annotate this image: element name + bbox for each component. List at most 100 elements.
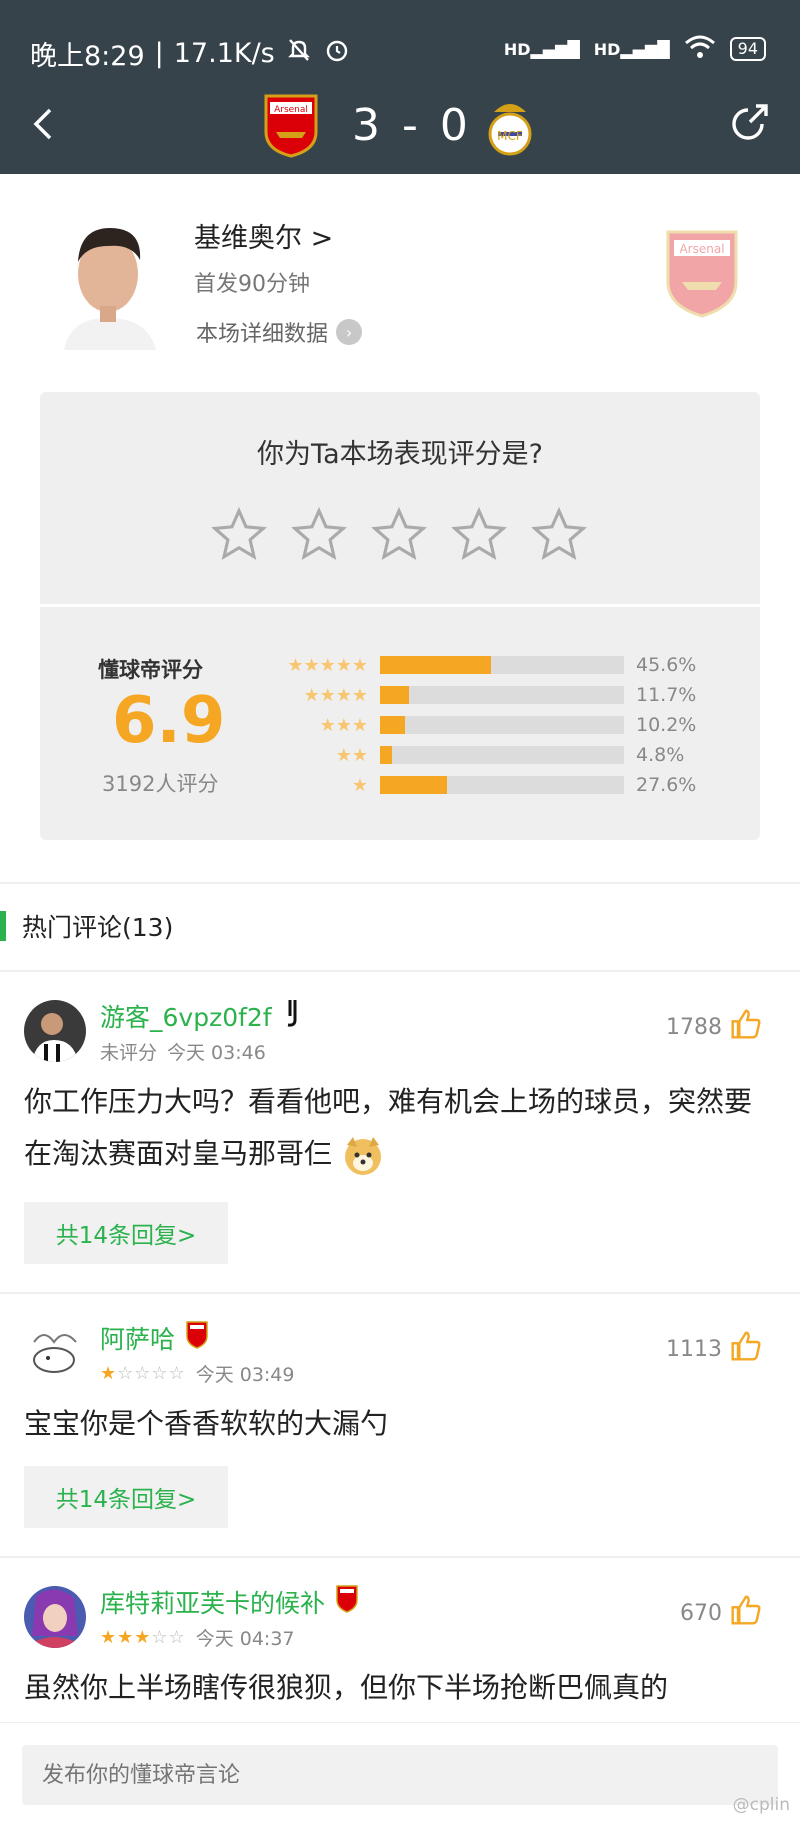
distribution-row: ★★★ 10.2% [270, 710, 740, 740]
distribution-percent: 45.6% [636, 654, 697, 676]
signal-icon: HD▂▄▆█ [503, 39, 580, 59]
rating-distribution: ★★★★★ 45.6% ★★★★ 11.7% ★★★ 10.2% ★★ 4.8%… [270, 650, 740, 800]
distribution-bar [380, 716, 624, 734]
distribution-percent: 11.7% [636, 684, 697, 706]
distribution-fill [380, 686, 409, 704]
comment-time: 今天 03:49 [195, 1364, 295, 1386]
thumbs-up-icon [730, 1008, 762, 1046]
divider [40, 604, 760, 607]
view-replies-button[interactable]: 共14条回复> [24, 1466, 228, 1528]
star-icon: ★★★★ [303, 684, 368, 706]
rating-score: 6.9 [112, 684, 226, 758]
arsenal-badge-icon[interactable]: Arsenal [262, 94, 320, 162]
arsenal-badge-icon [185, 1321, 209, 1355]
svg-text:MCF: MCF [497, 129, 523, 143]
distribution-percent: 10.2% [636, 714, 697, 736]
doge-emoji-icon [341, 1137, 385, 1175]
svg-text:Arsenal: Arsenal [274, 105, 308, 115]
real-madrid-badge-icon[interactable]: MCF [484, 94, 536, 162]
like-count: 670 [680, 1600, 722, 1626]
comment-text: 虽然你上半场瞎传很狼狈，但你下半场抢断巴佩真的 [24, 1671, 669, 1704]
signal-icon: HD▂▄▆█ [593, 39, 670, 59]
like-count: 1113 [666, 1336, 722, 1362]
player-start-info: 首发90分钟 [194, 272, 310, 297]
view-replies-button[interactable]: 共14条回复> [24, 1202, 228, 1264]
distribution-fill [380, 776, 448, 794]
distribution-bar [380, 686, 624, 704]
chevron-right-icon: › [336, 319, 363, 345]
star-1-icon[interactable] [210, 506, 268, 564]
comment-time: 今天 03:46 [167, 1042, 266, 1064]
distribution-bar [380, 746, 624, 764]
watermark: @cplin [732, 1795, 790, 1815]
hot-comments-title: 热门评论(13) [22, 913, 174, 942]
rating-question: 你为Ta本场表现评分是? [257, 439, 543, 470]
hot-comments-header: 热门评论(13) [0, 906, 173, 946]
player-detail-link[interactable]: 本场详细数据 › [196, 316, 363, 348]
avatar[interactable] [24, 1586, 86, 1648]
divider [0, 970, 800, 972]
match-score: 3 - 0 [352, 100, 472, 151]
app-header: 晚上8:29 | 17.1K/s HD▂▄▆█ HD▂▄▆█ 94 Arsena… [0, 0, 800, 174]
status-right: HD▂▄▆█ HD▂▄▆█ 94 [504, 34, 766, 64]
distribution-percent: 27.6% [636, 774, 697, 796]
rating-status: 未评分 [100, 1042, 158, 1064]
distribution-percent: 4.8% [636, 744, 685, 766]
star-icon: ★★★★★ [287, 654, 368, 676]
comment-text: 你工作压力大吗？看看他吧，难有机会上场的球员，突然要在淘汰赛面对皇马那哥仨 [24, 1076, 774, 1180]
network-speed: 17.1K/s [173, 38, 275, 69]
thumbs-up-icon [730, 1594, 762, 1632]
comment-username[interactable]: 库特莉亚芙卡的候补 [100, 1584, 359, 1620]
club-badge-icon: Arsenal [664, 230, 740, 322]
battery-icon: 94 [729, 37, 766, 61]
distribution-bar [380, 776, 624, 794]
comment-meta: ★★★☆☆ 今天 04:37 [100, 1624, 295, 1651]
alarm-icon [323, 36, 351, 71]
comment-username[interactable]: 阿萨哈 [100, 1320, 209, 1356]
thumbs-up-icon [730, 1330, 762, 1368]
distribution-fill [380, 746, 392, 764]
like-count: 1788 [666, 1014, 722, 1040]
player-card: 基维奥尔 > 首发90分钟 本场详细数据 › Arsenal [0, 174, 800, 384]
star-4-icon[interactable] [450, 506, 508, 564]
comment-input[interactable] [22, 1745, 778, 1805]
user-rating-stars: ★★★☆☆ [100, 1627, 186, 1648]
accent-bar [0, 911, 6, 941]
rating-label: 懂球帝评分 [98, 658, 203, 682]
mute-icon [285, 36, 313, 71]
like-button[interactable]: 1113 [666, 1330, 762, 1368]
status-left: 晚上8:29 | 17.1K/s [30, 34, 351, 73]
share-icon[interactable] [726, 100, 772, 150]
distribution-row: ★★ 4.8% [270, 740, 740, 770]
user-rating-stars: ★☆☆☆☆ [100, 1363, 186, 1384]
comment-time: 今天 04:37 [195, 1628, 295, 1650]
status-time: 晚上8:29 [30, 41, 145, 72]
comment-text: 宝宝你是个香香软软的大漏勺 [24, 1407, 389, 1440]
comment-meta: 未评分 今天 03:46 [100, 1038, 266, 1065]
back-icon[interactable] [30, 104, 56, 155]
arsenal-badge-icon [335, 1585, 359, 1619]
svg-text:Arsenal: Arsenal [679, 242, 724, 256]
comment-composer: @cplin [0, 1722, 800, 1822]
like-button[interactable]: 1788 [666, 1008, 762, 1046]
player-name[interactable]: 基维奥尔 > [194, 216, 333, 255]
avatar[interactable] [24, 1000, 86, 1062]
distribution-row: ★★★★★ 45.6% [270, 650, 740, 680]
distribution-fill [380, 716, 405, 734]
star-2-icon[interactable] [290, 506, 348, 564]
like-button[interactable]: 670 [680, 1594, 762, 1632]
divider [0, 882, 800, 884]
status-bar: 晚上8:29 | 17.1K/s HD▂▄▆█ HD▂▄▆█ 94 [0, 0, 800, 100]
star-5-icon[interactable] [530, 506, 588, 564]
distribution-row: ★ 27.6% [270, 770, 740, 800]
distribution-bar [380, 656, 624, 674]
player-portrait[interactable] [60, 214, 160, 350]
star-3-icon[interactable] [370, 506, 428, 564]
distribution-fill [380, 656, 492, 674]
comment-username[interactable]: 游客_6vpz0f2f [100, 998, 304, 1034]
rating-count: 3192人评分 [102, 772, 219, 796]
divider [0, 1556, 800, 1558]
distribution-row: ★★★★ 11.7% [270, 680, 740, 710]
avatar[interactable] [24, 1322, 86, 1384]
match-navbar: Arsenal 3 - 0 MCF [0, 90, 800, 174]
